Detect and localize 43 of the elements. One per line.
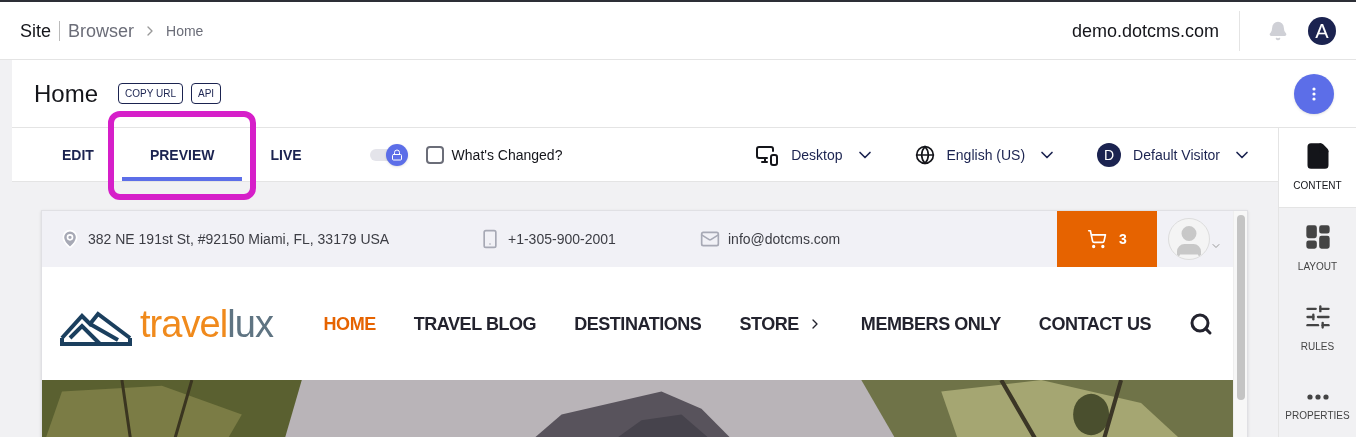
- persona-avatar: D: [1097, 142, 1122, 167]
- breadcrumb-page: Home: [166, 21, 204, 41]
- sidebar-tab[interactable]: RULES: [1279, 288, 1356, 368]
- breadcrumb-site[interactable]: Site: [20, 16, 52, 45]
- dropdown-button[interactable]: English (US): [946, 144, 1058, 165]
- sidebar-tab[interactable]: LAYOUT: [1279, 208, 1356, 288]
- globe-icon: [914, 144, 935, 165]
- sidebar-tab[interactable]: CONTENT: [1279, 128, 1356, 208]
- contact-text: +1-305-900-2001: [508, 230, 616, 249]
- dropdown-button[interactable]: Default Visitor: [1133, 144, 1252, 165]
- cart-icon: [1087, 229, 1108, 249]
- nav-link[interactable]: MEMBERS ONLY: [860, 309, 1001, 338]
- page-title: Home: [34, 78, 99, 109]
- action-button[interactable]: API: [191, 83, 222, 104]
- pin-icon: [60, 229, 80, 249]
- mail-icon: [700, 229, 720, 249]
- contact-text: info@dotcms.com: [728, 230, 841, 249]
- sliders-icon: [1303, 302, 1332, 331]
- logo-text: travellux: [140, 304, 273, 343]
- lock-icon: [390, 148, 403, 161]
- nav-link[interactable]: DESTINATIONS: [574, 309, 702, 338]
- contact-text: 382 NE 191st St, #92150 Miami, FL, 33179 USA: [88, 230, 390, 249]
- dropdown-button[interactable]: Desktop: [791, 144, 875, 165]
- search-icon[interactable]: [1189, 311, 1213, 336]
- site-domain[interactable]: demo.dotcms.com: [1071, 16, 1219, 45]
- action-button[interactable]: COPY URL: [118, 83, 183, 104]
- nav-link[interactable]: STORE: [739, 309, 823, 338]
- breadcrumb-section[interactable]: Browser: [68, 16, 135, 45]
- mode-tab[interactable]: EDIT: [34, 128, 122, 181]
- scrollbar-thumb[interactable]: [1236, 215, 1245, 400]
- checkbox-label: What's Changed?: [451, 145, 563, 165]
- user-avatar[interactable]: A: [1308, 16, 1336, 45]
- nav-link[interactable]: TRAVEL BLOG: [413, 309, 537, 338]
- more-button[interactable]: [1294, 73, 1334, 114]
- more-icon: [1306, 393, 1329, 400]
- sidebar-tab[interactable]: PROPERTIES: [1279, 368, 1356, 437]
- nav-link[interactable]: CONTACT US: [1038, 309, 1151, 338]
- checkbox[interactable]: [425, 145, 444, 164]
- more-vertical-icon: [1312, 86, 1316, 101]
- layout-icon: [1303, 222, 1332, 251]
- mode-tab[interactable]: LIVE: [242, 128, 330, 181]
- lock-toggle[interactable]: [369, 142, 408, 167]
- phone-icon: [480, 229, 500, 249]
